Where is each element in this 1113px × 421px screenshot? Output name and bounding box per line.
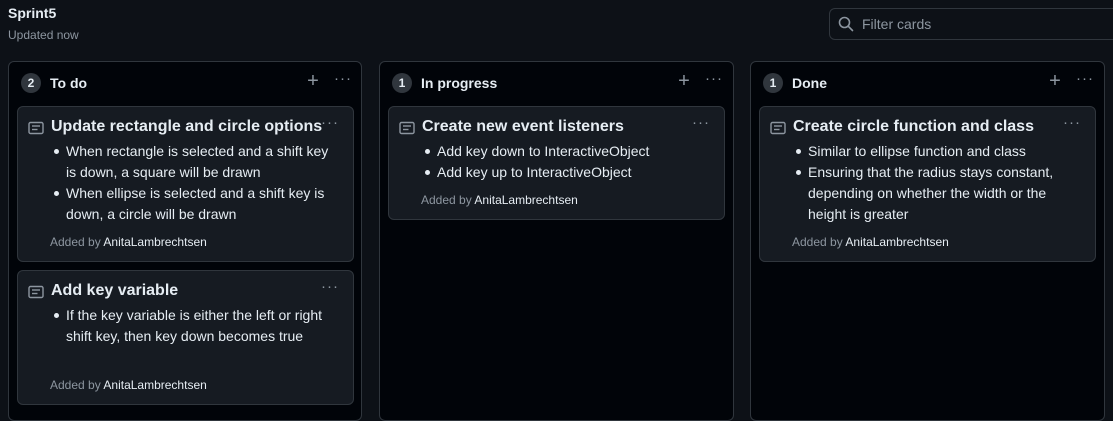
card-update-rectangle-circle[interactable]: Update rectangle and circle options ··· … bbox=[17, 106, 354, 262]
card-add-key-variable[interactable]: Add key variable ··· If the key variable… bbox=[17, 270, 354, 405]
column-menu-button[interactable]: ··· bbox=[1073, 70, 1097, 90]
author-link[interactable]: AnitaLambrechtsen bbox=[474, 193, 577, 207]
column-done: 1 Done + ··· Create circle function and … bbox=[750, 61, 1105, 421]
card-notes: If the key variable is either the left o… bbox=[50, 305, 341, 347]
filter-cards-input[interactable] bbox=[862, 16, 1102, 32]
card-menu-button[interactable]: ··· bbox=[692, 114, 710, 131]
note-icon bbox=[28, 285, 44, 299]
card-title[interactable]: Create circle function and class bbox=[793, 118, 1034, 136]
card-title[interactable]: Update rectangle and circle options bbox=[51, 118, 322, 136]
column-to-do: 2 To do + ··· Update rectangle and circl… bbox=[8, 61, 362, 421]
board-title: Sprint5 bbox=[8, 5, 57, 21]
card-notes: Add key down to InteractiveObject Add ke… bbox=[421, 141, 712, 183]
column-card-count: 2 bbox=[21, 73, 41, 93]
note-icon bbox=[28, 121, 44, 135]
column-header: 1 In progress + ··· bbox=[380, 62, 733, 104]
card-title[interactable]: Add key variable bbox=[51, 282, 178, 300]
card-menu-button[interactable]: ··· bbox=[321, 278, 339, 295]
column-card-count: 1 bbox=[763, 73, 783, 93]
list-item: If the key variable is either the left o… bbox=[50, 305, 341, 347]
list-item: Ensuring that the radius stays constant,… bbox=[792, 162, 1083, 225]
filter-cards-box[interactable] bbox=[829, 8, 1113, 40]
column-header: 1 Done + ··· bbox=[751, 62, 1104, 104]
note-icon bbox=[399, 121, 415, 135]
list-item: Add key down to InteractiveObject bbox=[421, 141, 712, 162]
added-by-label: Added by bbox=[50, 378, 101, 392]
card-menu-button[interactable]: ··· bbox=[321, 114, 339, 131]
card-create-circle-function[interactable]: Create circle function and class ··· Sim… bbox=[759, 106, 1096, 262]
add-card-button[interactable]: + bbox=[674, 71, 694, 92]
list-item: Similar to ellipse function and class bbox=[792, 141, 1083, 162]
card-added-by: Added by AnitaLambrechtsen bbox=[50, 378, 207, 392]
column-title: Done bbox=[792, 75, 827, 91]
board-header: Sprint5 Updated now bbox=[0, 0, 1113, 56]
card-notes: Similar to ellipse function and class En… bbox=[792, 141, 1083, 225]
list-item: When rectangle is selected and a shift k… bbox=[50, 141, 341, 183]
column-title: In progress bbox=[421, 75, 498, 91]
column-header: 2 To do + ··· bbox=[9, 62, 361, 104]
card-added-by: Added by AnitaLambrechtsen bbox=[792, 235, 949, 249]
author-link[interactable]: AnitaLambrechtsen bbox=[845, 235, 948, 249]
column-in-progress: 1 In progress + ··· Create new event lis… bbox=[379, 61, 734, 421]
card-title[interactable]: Create new event listeners bbox=[422, 118, 624, 136]
card-added-by: Added by AnitaLambrechtsen bbox=[50, 235, 207, 249]
added-by-label: Added by bbox=[792, 235, 843, 249]
author-link[interactable]: AnitaLambrechtsen bbox=[103, 235, 206, 249]
add-card-button[interactable]: + bbox=[1045, 71, 1065, 92]
column-menu-button[interactable]: ··· bbox=[331, 70, 355, 90]
search-icon bbox=[838, 16, 854, 32]
board-updated-status: Updated now bbox=[8, 28, 79, 42]
add-card-button[interactable]: + bbox=[303, 71, 323, 92]
note-icon bbox=[770, 121, 786, 135]
column-title: To do bbox=[50, 75, 88, 91]
added-by-label: Added by bbox=[421, 193, 472, 207]
card-notes: When rectangle is selected and a shift k… bbox=[50, 141, 341, 225]
list-item: Add key up to InteractiveObject bbox=[421, 162, 712, 183]
list-item: When ellipse is selected and a shift key… bbox=[50, 183, 341, 225]
column-menu-button[interactable]: ··· bbox=[702, 70, 726, 90]
card-menu-button[interactable]: ··· bbox=[1063, 114, 1081, 131]
card-added-by: Added by AnitaLambrechtsen bbox=[421, 193, 578, 207]
column-card-count: 1 bbox=[392, 73, 412, 93]
added-by-label: Added by bbox=[50, 235, 101, 249]
author-link[interactable]: AnitaLambrechtsen bbox=[103, 378, 206, 392]
card-create-event-listeners[interactable]: Create new event listeners ··· Add key d… bbox=[388, 106, 725, 220]
